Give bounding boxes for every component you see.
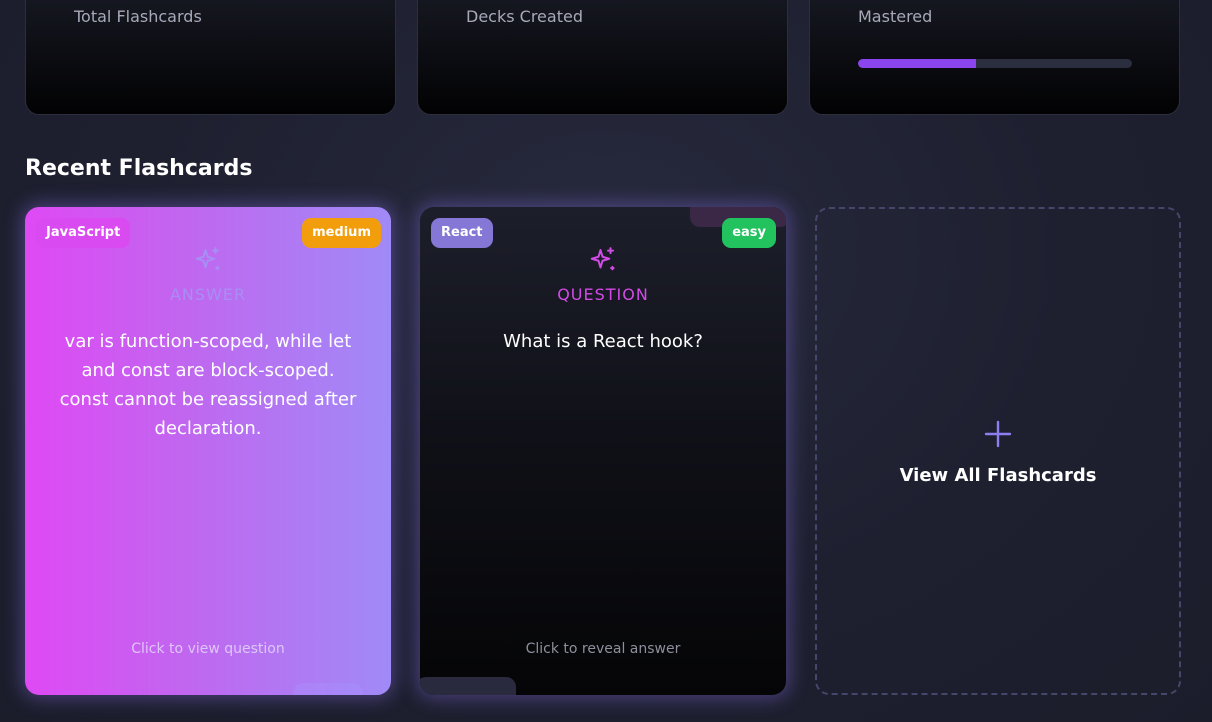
flashcard-react[interactable]: React easy QUESTION What is a React hook… [420, 207, 786, 695]
decks-created-label: Decks Created [466, 7, 583, 26]
section-title: Recent Flashcards [25, 156, 253, 181]
view-all-flashcards-button[interactable]: View All Flashcards [815, 207, 1181, 695]
mastered-progress-fill [858, 59, 976, 68]
sparkle-icon [590, 247, 615, 271]
mastered-label: Mastered [858, 7, 933, 26]
decks-created-card: Decks Created [417, 0, 788, 115]
difficulty-badge: medium [302, 218, 381, 248]
total-flashcards-label: Total Flashcards [74, 7, 202, 26]
card-side-label: ANSWER [169, 285, 247, 304]
card-answer-text: var is function-scoped, while let and co… [59, 331, 357, 439]
difficulty-badge: easy [722, 218, 776, 248]
mastered-card: Mastered [809, 0, 1180, 115]
plus-icon [984, 420, 1012, 448]
category-tag: React [431, 218, 493, 248]
card-question-text: What is a React hook? [503, 331, 703, 352]
card-hint: Click to view question [131, 641, 285, 657]
mastered-progress-bar [858, 59, 1132, 68]
stats-row: Total Flashcards Decks Created Mastered [25, 0, 1181, 115]
category-tag: JavaScript [36, 218, 131, 248]
view-all-label: View All Flashcards [899, 465, 1097, 486]
total-flashcards-card: Total Flashcards [25, 0, 396, 115]
card-hint: Click to reveal answer [525, 641, 681, 657]
dashboard-page: Total Flashcards Decks Created Mastered … [0, 0, 1212, 722]
flashcard-javascript[interactable]: JavaScript medium ANSWER var is function… [25, 207, 391, 695]
sparkle-icon [195, 247, 220, 271]
card-decoration [293, 683, 363, 695]
card-side-label: QUESTION [557, 285, 649, 304]
card-decoration [420, 677, 516, 695]
